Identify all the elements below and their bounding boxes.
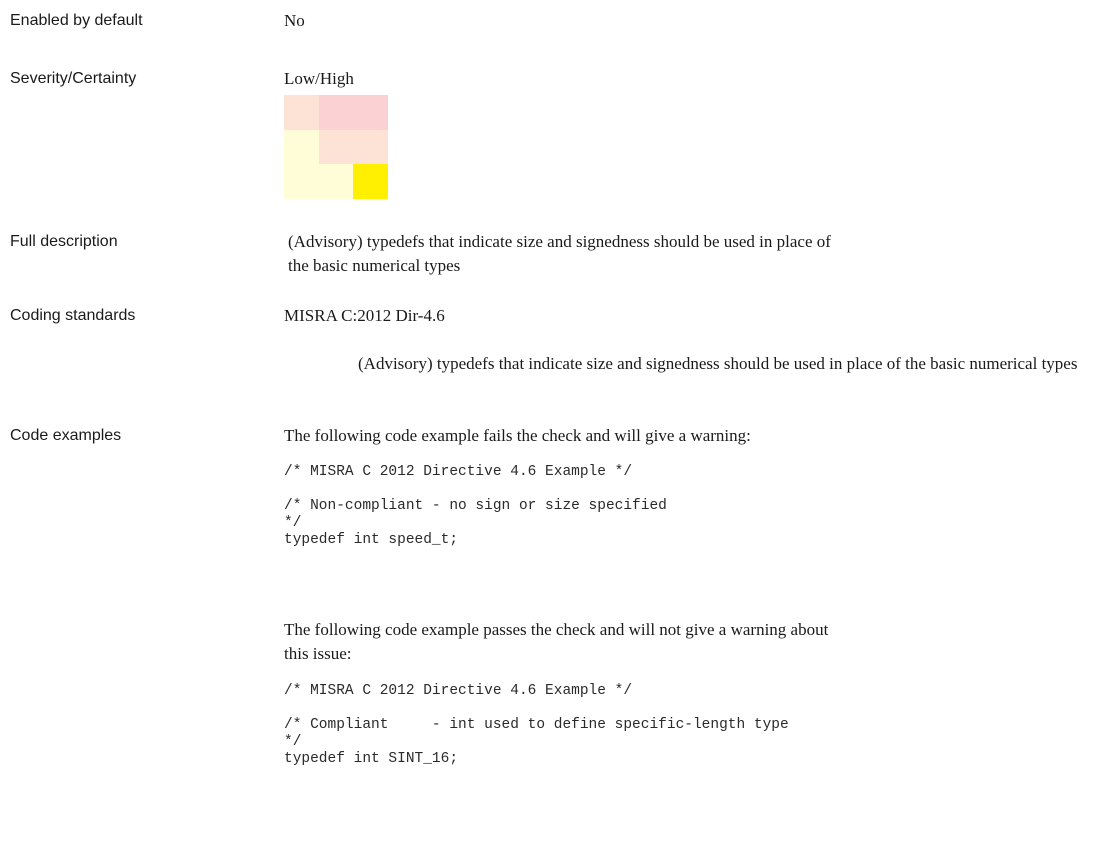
matrix-cell [284, 164, 319, 199]
full-description-text: (Advisory) typedefs that indicate size a… [288, 232, 831, 275]
code-examples-label: Code examples [10, 427, 122, 444]
matrix-cell [353, 129, 388, 165]
severity-certainty-value: Low/High [284, 69, 354, 88]
matrix-cell [353, 95, 388, 130]
severity-certainty-label: Severity/Certainty [10, 70, 137, 87]
matrix-cell [318, 129, 354, 165]
fail-code-block: /* MISRA C 2012 Directive 4.6 Example */… [284, 464, 667, 548]
fail-example-intro: The following code example fails the che… [284, 426, 751, 445]
pass-code-block: /* MISRA C 2012 Directive 4.6 Example */… [284, 683, 789, 767]
coding-standard-detail: (Advisory) typedefs that indicate size a… [358, 354, 1078, 373]
full-description-label: Full description [10, 233, 118, 250]
matrix-cell [318, 95, 354, 130]
severity-certainty-matrix [284, 95, 388, 199]
coding-standards-label: Coding standards [10, 307, 136, 324]
coding-standard-name: MISRA C:2012 Dir-4.6 [284, 306, 445, 325]
matrix-cell [284, 129, 319, 165]
enabled-by-default-label: Enabled by default [10, 12, 143, 29]
matrix-cell-highlight [353, 164, 388, 199]
pass-example-intro: The following code example passes the ch… [284, 620, 829, 663]
enabled-by-default-value: No [284, 11, 305, 30]
matrix-cell [284, 95, 319, 130]
matrix-cell [318, 164, 354, 199]
